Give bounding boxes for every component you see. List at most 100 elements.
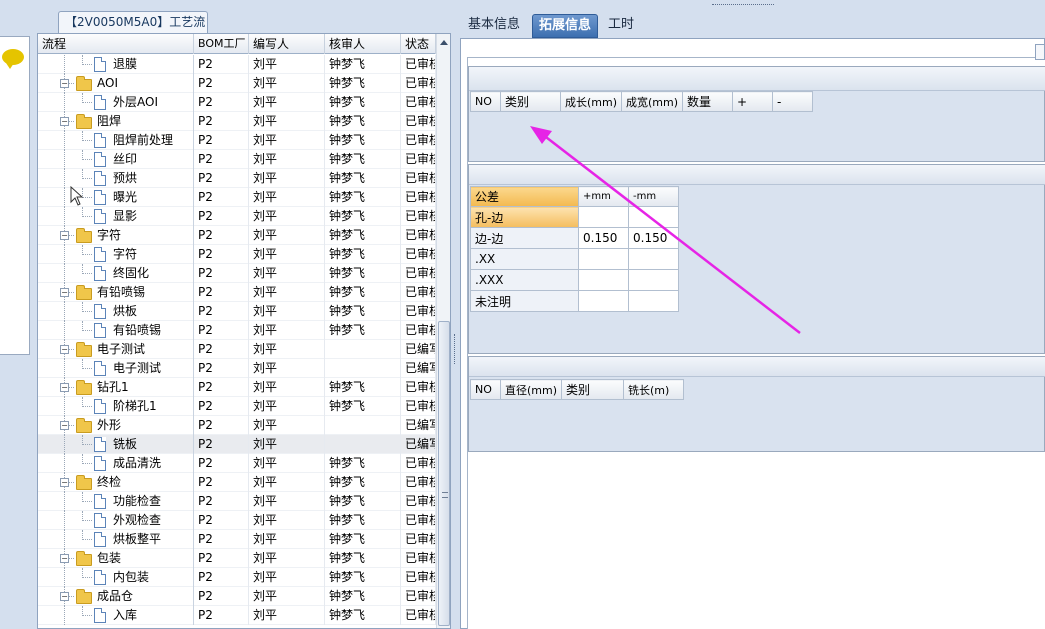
table-row[interactable]: 丝印 P2刘平钟梦飞已审核 bbox=[38, 150, 436, 169]
scroll-thumb[interactable] bbox=[438, 321, 450, 626]
flow-cell[interactable]: 阶梯孔1 bbox=[38, 397, 194, 416]
writer-cell[interactable]: 刘平 bbox=[249, 321, 325, 340]
reviewer-cell[interactable]: 钟梦飞 bbox=[325, 74, 401, 93]
flow-cell[interactable]: 电子测试 bbox=[38, 359, 194, 378]
status-cell[interactable]: 已审核 bbox=[401, 568, 436, 587]
collapse-toggle-icon[interactable]: − bbox=[60, 117, 69, 126]
table-row[interactable]: 烘板整平 P2刘平钟梦飞已审核 bbox=[38, 530, 436, 549]
status-cell[interactable]: 已审核 bbox=[401, 492, 436, 511]
status-cell[interactable]: 已编写 bbox=[401, 340, 436, 359]
table-row[interactable]: 铣板 P2刘平 已编写 bbox=[38, 435, 436, 454]
collapse-toggle-icon[interactable]: − bbox=[60, 592, 69, 601]
bom-cell[interactable]: P2 bbox=[194, 321, 249, 340]
reviewer-cell[interactable]: 钟梦飞 bbox=[325, 473, 401, 492]
writer-cell[interactable]: 刘平 bbox=[249, 150, 325, 169]
reviewer-cell[interactable]: 钟梦飞 bbox=[325, 454, 401, 473]
reviewer-cell[interactable]: 钟梦飞 bbox=[325, 568, 401, 587]
status-cell[interactable]: 已审核 bbox=[401, 321, 436, 340]
top-splitter-grip[interactable] bbox=[712, 4, 774, 12]
bom-cell[interactable]: P2 bbox=[194, 245, 249, 264]
flow-cell[interactable]: 阻焊前处理 bbox=[38, 131, 194, 150]
collapse-toggle-icon[interactable]: − bbox=[60, 383, 69, 392]
flow-cell[interactable]: 内包装 bbox=[38, 568, 194, 587]
collapse-toggle-icon[interactable]: − bbox=[60, 554, 69, 563]
reviewer-cell[interactable]: 钟梦飞 bbox=[325, 511, 401, 530]
reviewer-cell[interactable] bbox=[325, 435, 401, 454]
status-cell[interactable]: 已审核 bbox=[401, 283, 436, 302]
collapse-toggle-icon[interactable]: − bbox=[60, 345, 69, 354]
reviewer-cell[interactable]: 钟梦飞 bbox=[325, 549, 401, 568]
flow-cell[interactable]: − 字符 bbox=[38, 226, 194, 245]
status-cell[interactable]: 已审核 bbox=[401, 188, 436, 207]
milling-col-length[interactable]: 铣长(m) bbox=[623, 379, 685, 400]
writer-cell[interactable]: 刘平 bbox=[249, 226, 325, 245]
reviewer-cell[interactable]: 钟梦飞 bbox=[325, 131, 401, 150]
material-col-length[interactable]: 成长(mm) bbox=[559, 91, 623, 112]
material-col-category[interactable]: 类别 bbox=[500, 91, 561, 112]
bom-cell[interactable]: P2 bbox=[194, 150, 249, 169]
writer-cell[interactable]: 刘平 bbox=[249, 492, 325, 511]
bom-cell[interactable]: P2 bbox=[194, 188, 249, 207]
writer-cell[interactable]: 刘平 bbox=[249, 359, 325, 378]
reviewer-cell[interactable] bbox=[325, 416, 401, 435]
collapse-toggle-icon[interactable]: − bbox=[60, 288, 69, 297]
flow-cell[interactable]: 曝光 bbox=[38, 188, 194, 207]
status-cell[interactable]: 已审核 bbox=[401, 169, 436, 188]
writer-cell[interactable]: 刘平 bbox=[249, 283, 325, 302]
status-cell[interactable]: 已审核 bbox=[401, 55, 436, 74]
status-cell[interactable]: 已审核 bbox=[401, 530, 436, 549]
table-row[interactable]: 烘板 P2刘平钟梦飞已审核 bbox=[38, 302, 436, 321]
flow-cell[interactable]: 显影 bbox=[38, 207, 194, 226]
material-col-no[interactable]: NO bbox=[470, 91, 501, 112]
tolerance-plus-input[interactable] bbox=[578, 290, 629, 312]
writer-cell[interactable]: 刘平 bbox=[249, 378, 325, 397]
tolerance-minus-input[interactable] bbox=[628, 269, 679, 291]
table-row[interactable]: − 字符 P2刘平钟梦飞已审核 bbox=[38, 226, 436, 245]
reviewer-cell[interactable]: 钟梦飞 bbox=[325, 93, 401, 112]
flow-cell[interactable]: 终固化 bbox=[38, 264, 194, 283]
flow-cell[interactable]: 功能检查 bbox=[38, 492, 194, 511]
flow-cell[interactable]: 烘板 bbox=[38, 302, 194, 321]
panel-splitter[interactable] bbox=[452, 14, 460, 629]
flow-cell[interactable]: − 成品仓 bbox=[38, 587, 194, 606]
reviewer-cell[interactable]: 钟梦飞 bbox=[325, 283, 401, 302]
tab-extended-info[interactable]: 拓展信息 bbox=[532, 14, 599, 38]
writer-cell[interactable]: 刘平 bbox=[249, 511, 325, 530]
table-row[interactable]: 终固化 P2刘平钟梦飞已审核 bbox=[38, 264, 436, 283]
collapse-toggle-icon[interactable]: − bbox=[60, 79, 69, 88]
writer-cell[interactable]: 刘平 bbox=[249, 74, 325, 93]
writer-cell[interactable]: 刘平 bbox=[249, 340, 325, 359]
status-cell[interactable]: 已审核 bbox=[401, 264, 436, 283]
bom-cell[interactable]: P2 bbox=[194, 340, 249, 359]
table-row[interactable]: 字符 P2刘平钟梦飞已审核 bbox=[38, 245, 436, 264]
table-row[interactable]: 阶梯孔1 P2刘平钟梦飞已审核 bbox=[38, 397, 436, 416]
bom-cell[interactable]: P2 bbox=[194, 93, 249, 112]
column-header-writer[interactable]: 编写人 bbox=[249, 34, 325, 54]
bom-cell[interactable]: P2 bbox=[194, 473, 249, 492]
status-cell[interactable]: 已审核 bbox=[401, 473, 436, 492]
writer-cell[interactable]: 刘平 bbox=[249, 245, 325, 264]
milling-col-category[interactable]: 类别 bbox=[561, 379, 625, 400]
flow-cell[interactable]: − 电子测试 bbox=[38, 340, 194, 359]
column-header-bom[interactable]: BOM工厂 bbox=[194, 34, 249, 54]
status-cell[interactable]: 已审核 bbox=[401, 245, 436, 264]
reviewer-cell[interactable]: 钟梦飞 bbox=[325, 264, 401, 283]
status-cell[interactable]: 已审核 bbox=[401, 302, 436, 321]
flow-cell[interactable]: 字符 bbox=[38, 245, 194, 264]
bom-cell[interactable]: P2 bbox=[194, 359, 249, 378]
tab-work-hours[interactable]: 工时 bbox=[602, 14, 640, 38]
add-row-button[interactable]: + bbox=[732, 91, 774, 112]
bom-cell[interactable]: P2 bbox=[194, 283, 249, 302]
writer-cell[interactable]: 刘平 bbox=[249, 188, 325, 207]
status-cell[interactable]: 已审核 bbox=[401, 226, 436, 245]
flow-cell[interactable]: 成品清洗 bbox=[38, 454, 194, 473]
status-cell[interactable]: 已审核 bbox=[401, 150, 436, 169]
bom-cell[interactable]: P2 bbox=[194, 511, 249, 530]
table-row[interactable]: − AOI P2刘平钟梦飞已审核 bbox=[38, 74, 436, 93]
flow-cell[interactable]: 有铅喷锡 bbox=[38, 321, 194, 340]
bom-cell[interactable]: P2 bbox=[194, 416, 249, 435]
status-cell[interactable]: 已审核 bbox=[401, 549, 436, 568]
writer-cell[interactable]: 刘平 bbox=[249, 207, 325, 226]
flow-cell[interactable]: 烘板整平 bbox=[38, 530, 194, 549]
material-col-width[interactable]: 成宽(mm) bbox=[621, 91, 684, 112]
